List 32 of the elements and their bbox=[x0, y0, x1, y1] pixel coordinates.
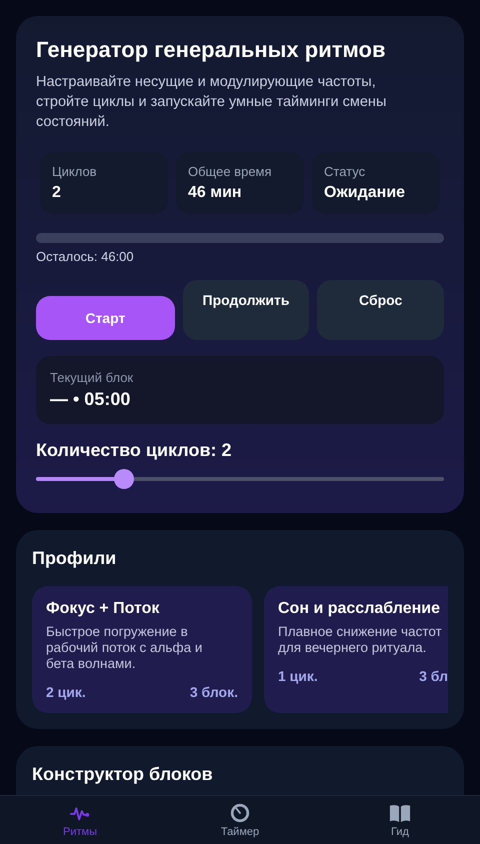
cycle-count: 1 цик. bbox=[278, 668, 318, 684]
nav-tab[interactable]: Таймер bbox=[160, 796, 320, 844]
profile-name: Сон и расслабление bbox=[278, 599, 441, 619]
app-description: Настраивайте несущие и модулирующие частоты, стройте циклы и запускайте умные тайминги смены состояний. bbox=[36, 73, 388, 132]
block-count: 3 блок. bbox=[190, 684, 238, 700]
section-title: Конструктор блоков bbox=[32, 763, 214, 786]
stat-value: 2 bbox=[52, 184, 62, 202]
action-button[interactable]: Продолжить bbox=[182, 280, 310, 340]
remaining-time: Осталось: 46:00 bbox=[36, 249, 135, 264]
cycles-slider[interactable] bbox=[36, 469, 444, 489]
action-button[interactable]: Сброс bbox=[317, 280, 444, 340]
current-block-value: — • 05:00 bbox=[50, 389, 132, 410]
stat-value: 46 мин bbox=[188, 184, 243, 202]
timer-icon bbox=[228, 802, 252, 824]
profile-description: Быстрое погружение в рабочий поток с альфа и бета волнами. bbox=[46, 624, 204, 672]
start-button[interactable]: Старт bbox=[36, 296, 175, 340]
profile-card[interactable]: Фокус + Поток Быстрое погружение в рабочий поток с альфа и бета волнами. 2 цик. 3 блок. bbox=[32, 586, 252, 713]
current-block-label: Текущий блок bbox=[50, 370, 134, 385]
profile-card[interactable]: Сон и расслабление Плавное снижение частот для вечернего ритуала. 1 цик. 3 бл bbox=[264, 586, 448, 713]
profile-name: Фокус + Поток bbox=[46, 599, 160, 619]
nav-tab[interactable]: Гид bbox=[320, 796, 480, 844]
block-count: 3 бл bbox=[419, 668, 448, 684]
stat-label: Статус bbox=[324, 164, 366, 179]
app-title: Генератор генеральных ритмов bbox=[36, 36, 386, 64]
stat-value: Ожидание bbox=[324, 184, 406, 202]
stat-label: Общее время bbox=[188, 164, 273, 179]
section-title: Профили bbox=[32, 547, 118, 570]
cycle-count: 2 цик. bbox=[46, 684, 86, 700]
stat-label: Циклов bbox=[52, 164, 98, 179]
profile-description: Плавное снижение частот для вечернего ритуала. bbox=[278, 624, 443, 656]
slider-thumb[interactable] bbox=[114, 469, 134, 489]
cycles-label: Количество циклов: 2 bbox=[36, 440, 233, 461]
